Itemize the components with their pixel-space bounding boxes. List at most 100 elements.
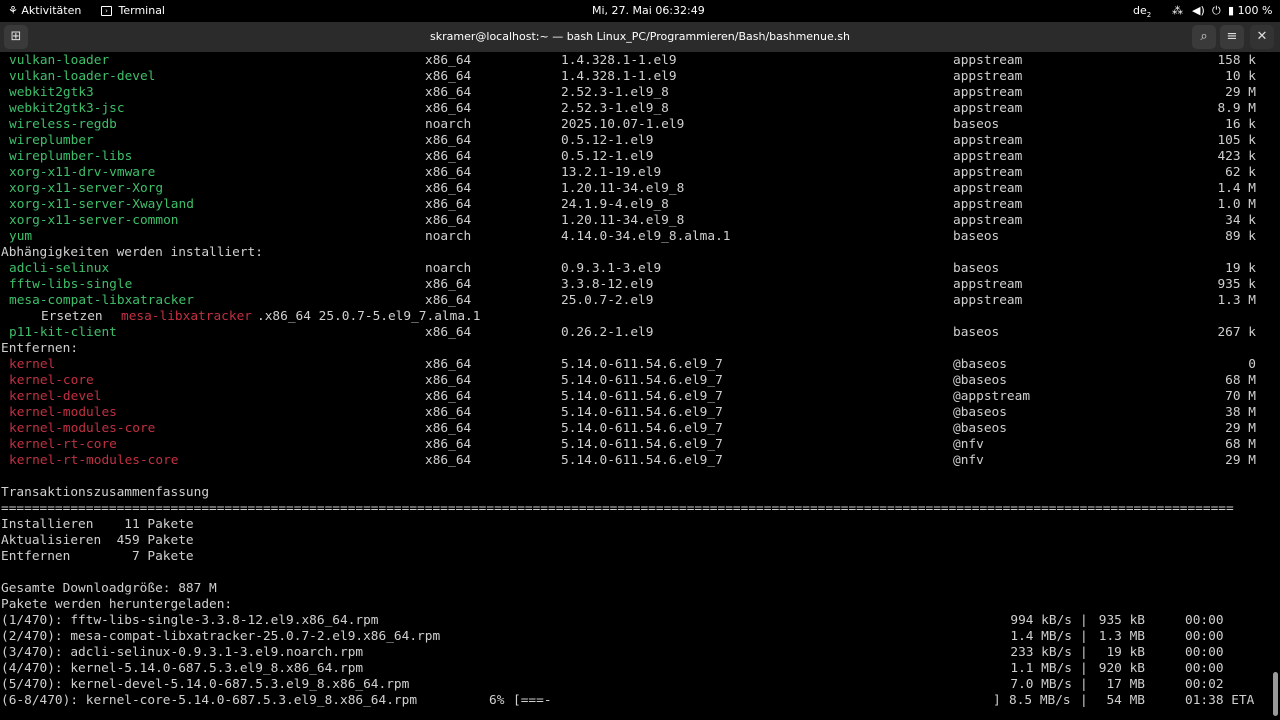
package-repo: appstream: [953, 53, 1023, 68]
package-repo: appstream: [953, 293, 1023, 308]
menu-button[interactable]: ≡: [1220, 25, 1244, 49]
app-menu[interactable]: › Terminal: [101, 0, 165, 22]
package-repo: appstream: [953, 197, 1023, 212]
window-title: skramer@localhost:~ — bash Linux_PC/Prog…: [430, 30, 850, 43]
window-titlebar: ⊞ skramer@localhost:~ — bash Linux_PC/Pr…: [0, 22, 1280, 52]
downloading: Pakete werden heruntergeladen:: [0, 597, 1272, 613]
pipe: |: [1080, 629, 1088, 644]
package-name: webkit2gtk3-jsc: [9, 101, 125, 116]
package-name: kernel-modules-core: [9, 421, 156, 436]
package-row: webkit2gtk3 x86_64 2.52.3-1.el9_8 appstream…: [0, 85, 1272, 101]
package-name: p11-kit-client: [9, 325, 117, 340]
package-name: xorg-x11-server-Xorg: [9, 181, 164, 196]
network-icon[interactable]: ⁂: [1172, 0, 1183, 22]
package-arch: x86_64: [425, 293, 472, 308]
package-name: wireless-regdb: [9, 117, 117, 132]
search-button[interactable]: ⌕: [1192, 25, 1216, 49]
clock[interactable]: Mi, 27. Mai 06:32:49: [592, 0, 705, 22]
package-row: wireless-regdb noarch 2025.10.07-1.el9 base…: [0, 117, 1272, 133]
download-row: (2/470): mesa-compat-libxatracker-25.0.7…: [0, 629, 1272, 645]
package-name: mesa-compat-libxatracker: [9, 293, 194, 308]
package-size: 68 M: [1225, 373, 1256, 388]
package-name: kernel-devel: [9, 389, 102, 404]
package-arch: x86_64: [425, 405, 472, 420]
package-version: 1.4.328.1-1.el9: [561, 53, 677, 68]
pipe: |: [1080, 613, 1088, 628]
progress-bar: [===-: [513, 693, 552, 708]
package-arch: x86_64: [425, 197, 472, 212]
package-row: xorg-x11-server-Xwayland x86_64 24.1.9-4.e…: [0, 197, 1272, 213]
package-version: 0.5.12-1.el9: [561, 133, 654, 148]
package-version: 1.4.328.1-1.el9: [561, 69, 677, 84]
volume-icon[interactable]: ◀): [1192, 0, 1205, 22]
close-button[interactable]: ✕: [1250, 25, 1274, 49]
summary-text: Entfernen 7 Pakete: [1, 549, 194, 564]
replaced-version: .x86_64 25.0.7-5.el9_7.alma.1: [257, 309, 481, 324]
package-version: 4.14.0-34.el9_8.alma.1: [561, 229, 731, 244]
package-size: 1.3 M: [1217, 293, 1256, 308]
package-row: vulkan-loader-devel x86_64 1.4.328.1-1.el9…: [0, 69, 1272, 85]
package-name: fftw-libs-single: [9, 277, 133, 292]
package-size: 62 k: [1225, 165, 1256, 180]
package-arch: x86_64: [425, 325, 472, 340]
package-row: kernel-rt-modules-core x86_64 5.14.0-611.5…: [0, 453, 1272, 469]
pipe: |: [1080, 693, 1088, 708]
package-arch: x86_64: [425, 101, 472, 116]
package-version: 2.52.3-1.el9_8: [561, 85, 669, 100]
download-rate: 7.0 MB/s: [1010, 677, 1072, 692]
package-name: kernel-modules: [9, 405, 117, 420]
keyboard-layout[interactable]: de2: [1133, 0, 1151, 22]
top-bar: ⚘ Aktivitäten › Terminal Mi, 27. Mai 06:…: [0, 0, 1280, 22]
package-repo: appstream: [953, 85, 1023, 100]
package-version: 5.14.0-611.54.6.el9_7: [561, 421, 723, 436]
package-repo: baseos: [953, 117, 1000, 132]
package-name: xorg-x11-server-Xwayland: [9, 197, 194, 212]
package-repo: @nfv: [953, 453, 984, 468]
package-arch: x86_64: [425, 373, 472, 388]
download-size: 1.3 MB: [1098, 629, 1145, 644]
power-icon[interactable]: ⏻: [1212, 0, 1221, 22]
package-name: kernel-rt-core: [9, 437, 117, 452]
summary-row: Aktualisieren 459 Pakete: [0, 533, 1272, 549]
package-row: xorg-x11-server-Xorg x86_64 1.20.11-34.el9…: [0, 181, 1272, 197]
activities-button[interactable]: ⚘ Aktivitäten: [8, 0, 81, 22]
package-repo: @baseos: [953, 373, 1007, 388]
download-size: 19 kB: [1106, 645, 1145, 660]
package-arch: x86_64: [425, 213, 472, 228]
package-repo: @nfv: [953, 437, 984, 452]
summary-row: Installieren 11 Pakete: [0, 517, 1272, 533]
download-rate: 994 kB/s: [1010, 613, 1072, 628]
package-row: kernel-rt-core x86_64 5.14.0-611.54.6.el9_…: [0, 437, 1272, 453]
terminal-output[interactable]: vulkan-loader x86_64 1.4.328.1-1.el9 appstr…: [0, 53, 1272, 720]
package-size: 935 k: [1217, 277, 1256, 292]
package-version: 2.52.3-1.el9_8: [561, 101, 669, 116]
download-size: 17 MB: [1106, 677, 1145, 692]
package-arch: x86_64: [425, 453, 472, 468]
section-header: Abhängigkeiten werden installiert:: [0, 245, 1272, 261]
package-row: kernel x86_64 5.14.0-611.54.6.el9_7 @baseos…: [0, 357, 1272, 373]
package-version: 2025.10.07-1.el9: [561, 117, 685, 132]
package-row: xorg-x11-drv-vmware x86_64 13.2.1-19.el9 ap…: [0, 165, 1272, 181]
package-repo: appstream: [953, 277, 1023, 292]
package-name: webkit2gtk3: [9, 85, 94, 100]
download-time: 00:00: [1185, 661, 1224, 676]
pipe: |: [1080, 645, 1088, 660]
download-time: 00:00: [1185, 629, 1224, 644]
close-icon: ✕: [1256, 29, 1268, 44]
package-version: 0.26.2-1.el9: [561, 325, 654, 340]
package-repo: appstream: [953, 69, 1023, 84]
package-version: 24.1.9-4.el9_8: [561, 197, 669, 212]
battery-indicator[interactable]: ▮ 100 %: [1228, 0, 1273, 22]
download-file: (1/470): fftw-libs-single-3.3.8-12.el9.x…: [1, 613, 379, 628]
download-rate: 233 kB/s: [1010, 645, 1072, 660]
package-arch: x86_64: [425, 53, 472, 68]
package-size: 1.0 M: [1217, 197, 1256, 212]
section-header: Transaktionszusammenfassung: [0, 485, 1272, 501]
package-row: mesa-compat-libxatracker x86_64 25.0.7-2.e…: [0, 293, 1272, 309]
package-version: 5.14.0-611.54.6.el9_7: [561, 389, 723, 404]
package-name: yum: [9, 229, 33, 244]
progress-rate: 8.5 MB/s: [1009, 693, 1071, 708]
scrollbar[interactable]: [1273, 672, 1278, 716]
package-size: 19 k: [1225, 261, 1256, 276]
